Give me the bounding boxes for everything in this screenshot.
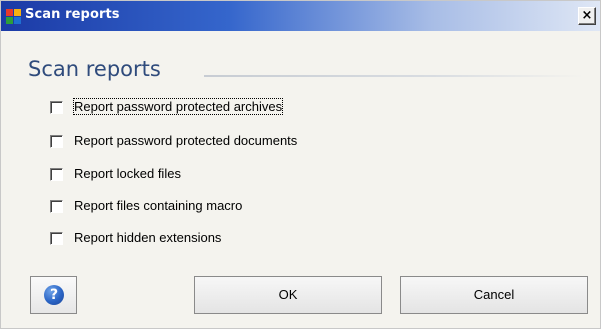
avg-logo-icon — [6, 9, 21, 24]
page-title: Scan reports — [28, 57, 161, 81]
checkbox-label[interactable]: Report files containing macro — [74, 198, 242, 213]
heading-divider — [204, 75, 584, 77]
checkbox[interactable] — [50, 168, 63, 181]
cancel-button[interactable]: Cancel — [400, 276, 588, 314]
close-button[interactable]: × — [578, 7, 596, 25]
checkbox[interactable] — [50, 135, 63, 148]
checkbox-label[interactable]: Report password protected archives — [72, 98, 284, 115]
checkbox-label[interactable]: Report password protected documents — [74, 133, 297, 148]
checkbox[interactable] — [50, 232, 63, 245]
checkbox-label[interactable]: Report locked files — [74, 166, 181, 181]
window-title: Scan reports — [25, 7, 120, 22]
checkbox[interactable] — [50, 200, 63, 213]
dialog-window: Scan reports × Scan reports Report passw… — [0, 0, 601, 329]
close-icon: × — [581, 8, 593, 23]
help-icon: ? — [44, 285, 64, 305]
checkbox[interactable] — [50, 101, 63, 114]
ok-button[interactable]: OK — [194, 276, 382, 314]
help-button[interactable]: ? — [30, 276, 77, 314]
title-bar[interactable]: Scan reports × — [1, 1, 600, 31]
checkbox-label[interactable]: Report hidden extensions — [74, 230, 221, 245]
